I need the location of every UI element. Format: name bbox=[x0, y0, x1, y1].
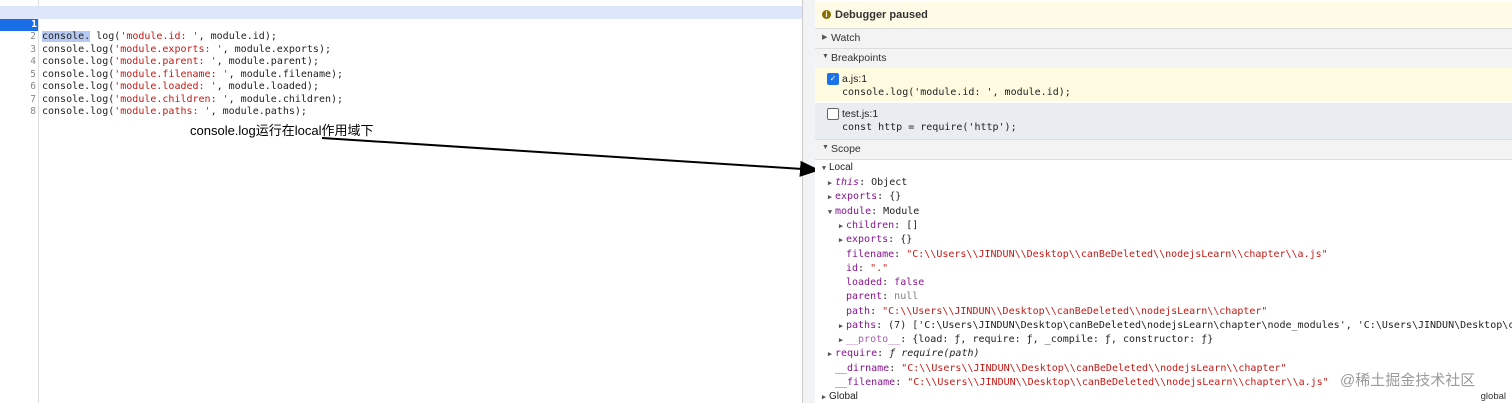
scope-property: path: "C:\\Users\\JINDUN\\Desktop\\canBe… bbox=[846, 306, 1268, 317]
breakpoints-section-header[interactable]: ▼ Breakpoints bbox=[815, 48, 1512, 69]
scope-property[interactable]: ▶ this: Object bbox=[825, 176, 907, 189]
info-icon: i bbox=[822, 10, 831, 19]
scope-section-header[interactable]: ▼ Scope bbox=[815, 139, 1512, 160]
scope-property[interactable]: ▼ module: Module bbox=[825, 205, 919, 218]
expand-triangle-icon: ▶ bbox=[821, 393, 827, 401]
breakpoint-checkbox[interactable] bbox=[827, 108, 839, 120]
scope-property: loaded: false bbox=[846, 277, 925, 288]
expand-triangle-icon: ▶ bbox=[827, 179, 833, 187]
scope-property: __dirname: "C:\\Users\\JINDUN\\Desktop\\… bbox=[835, 363, 1287, 374]
scope-property: filename: "C:\\Users\\JINDUN\\Desktop\\c… bbox=[846, 249, 1328, 260]
breakpoint-checkbox[interactable]: ✓ bbox=[827, 73, 839, 85]
collapse-triangle-icon: ▼ bbox=[821, 164, 827, 172]
expand-triangle-icon: ▶ bbox=[838, 222, 844, 230]
breakpoint-item[interactable]: ✓ a.js:1 console.log('module.id: ', modu… bbox=[815, 68, 1512, 101]
scope-property[interactable]: ▶ require: ƒ require(path) bbox=[825, 347, 980, 360]
breakpoint-item[interactable]: test.js:1 const http = require('http'); bbox=[815, 103, 1512, 139]
expand-triangle-icon: ▶ bbox=[827, 193, 833, 201]
collapse-triangle-icon: ▼ bbox=[827, 208, 833, 216]
scope-local[interactable]: ▼ Local bbox=[819, 161, 853, 174]
scope-global[interactable]: ▶ Global global bbox=[819, 390, 1512, 403]
collapse-triangle-icon: ▼ bbox=[822, 53, 829, 60]
scope-property[interactable]: ▶ exports: {} bbox=[836, 233, 912, 246]
scope-property: __filename: "C:\\Users\\JINDUN\\Desktop\… bbox=[835, 377, 1329, 388]
watch-section-header[interactable]: ▶ Watch bbox=[815, 28, 1512, 49]
expand-triangle-icon: ▶ bbox=[827, 350, 833, 358]
collapse-triangle-icon: ▼ bbox=[822, 144, 829, 151]
scope-property[interactable]: ▶ __proto__: {load: ƒ, require: ƒ, _compi… bbox=[836, 333, 1213, 346]
debugger-sidebar: i Debugger paused ▶ Watch ▼ Breakpoints … bbox=[815, 0, 1512, 403]
watermark: @稀土掘金技术社区 bbox=[1340, 372, 1476, 389]
expand-triangle-icon: ▶ bbox=[838, 336, 844, 344]
expand-triangle-icon: ▶ bbox=[822, 34, 828, 41]
scope-property: parent: null bbox=[846, 291, 919, 302]
debugger-paused-banner: i Debugger paused bbox=[815, 2, 1512, 29]
expand-triangle-icon: ▶ bbox=[838, 236, 844, 244]
scope-property[interactable]: ▶ paths: (7) ['C:\Users\JINDUN\Desktop\ca… bbox=[836, 319, 1512, 332]
expand-triangle-icon: ▶ bbox=[838, 322, 844, 330]
scope-property[interactable]: ▶ exports: {} bbox=[825, 190, 901, 203]
scope-property[interactable]: ▶ children: [] bbox=[836, 219, 918, 232]
scope-property: id: "." bbox=[846, 263, 889, 274]
